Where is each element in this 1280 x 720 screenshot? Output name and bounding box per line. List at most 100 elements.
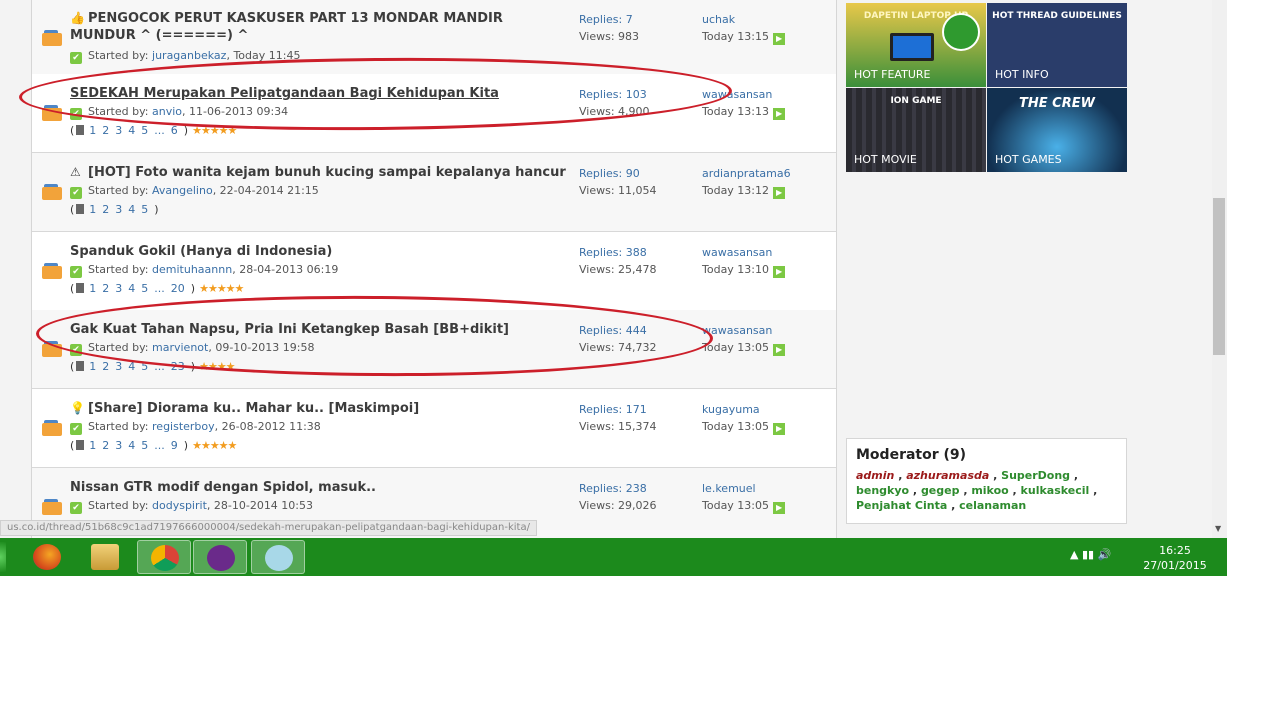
last-post-user[interactable]: kugayuma: [702, 401, 785, 418]
page-link[interactable]: 20: [171, 282, 185, 295]
page-link[interactable]: 2: [102, 360, 109, 373]
go-to-last-post-icon[interactable]: ▶: [773, 187, 786, 199]
thread-author-link[interactable]: juraganbekaz: [152, 49, 226, 62]
taskbar-button[interactable]: [193, 540, 247, 574]
system-tray[interactable]: ▲ ▮▮ 🔊: [1070, 548, 1111, 561]
page-link[interactable]: 1: [89, 124, 96, 137]
go-to-last-post-icon[interactable]: ▶: [773, 108, 786, 120]
page-link[interactable]: 4: [128, 439, 135, 452]
moderator-link[interactable]: kulkaskecil: [1021, 484, 1090, 497]
go-to-last-post-icon[interactable]: ▶: [773, 266, 786, 278]
thread-title-text[interactable]: [Share] Diorama ku.. Mahar ku.. [Maskimp…: [88, 401, 419, 416]
page-link[interactable]: 1: [89, 203, 96, 216]
thread-title-text[interactable]: Spanduk Gokil (Hanya di Indonesia): [70, 244, 332, 259]
page-link[interactable]: 2: [102, 203, 109, 216]
page-link[interactable]: 3: [115, 124, 122, 137]
replies-count[interactable]: Replies: 90: [579, 165, 657, 182]
last-post-user[interactable]: wawasansan: [702, 244, 785, 261]
moderator-link[interactable]: Penjahat Cinta: [856, 499, 947, 512]
page-link[interactable]: 9: [171, 439, 178, 452]
last-post-user[interactable]: wawasansan: [702, 322, 785, 339]
thread-title-text[interactable]: PENGOCOK PERUT KASKUSER PART 13 MONDAR M…: [70, 11, 503, 43]
thread-title[interactable]: Spanduk Gokil (Hanya di Indonesia): [70, 243, 570, 260]
last-post-user[interactable]: wawasansan: [702, 86, 785, 103]
moderator-link[interactable]: admin: [856, 469, 894, 482]
go-to-last-post-icon[interactable]: ▶: [773, 33, 786, 45]
thread-title-text[interactable]: Gak Kuat Tahan Napsu, Pria Ini Ketangkep…: [70, 322, 509, 337]
thread-row[interactable]: ⚠ [HOT] Foto wanita kejam bunuh kucing sa…: [32, 153, 836, 232]
thread-title[interactable]: Nissan GTR modif dengan Spidol, masuk..: [70, 479, 570, 496]
hot-tile-label[interactable]: HOT GAMES: [995, 153, 1062, 166]
page-link[interactable]: 3: [115, 439, 122, 452]
thread-row[interactable]: Gak Kuat Tahan Napsu, Pria Ini Ketangkep…: [32, 310, 836, 389]
replies-count[interactable]: Replies: 7: [579, 11, 639, 28]
page-link[interactable]: 1: [89, 439, 96, 452]
page-link[interactable]: 4: [128, 360, 135, 373]
page-link[interactable]: 3: [115, 282, 122, 295]
page-link[interactable]: 5: [141, 124, 148, 137]
thread-title[interactable]: SEDEKAH Merupakan Pelipatgandaan Bagi Ke…: [70, 85, 570, 102]
hot-tile-label[interactable]: HOT MOVIE: [854, 153, 917, 166]
taskbar-button[interactable]: [78, 540, 132, 574]
page-link[interactable]: 4: [128, 282, 135, 295]
thread-author-link[interactable]: anvio: [152, 105, 182, 118]
thread-title-text[interactable]: Nissan GTR modif dengan Spidol, masuk..: [70, 480, 376, 495]
go-to-last-post-icon[interactable]: ▶: [773, 344, 786, 356]
page-link[interactable]: 4: [128, 203, 135, 216]
page-link[interactable]: 3: [115, 360, 122, 373]
replies-count[interactable]: Replies: 171: [579, 401, 657, 418]
thread-author-link[interactable]: demituhaannn: [152, 263, 232, 276]
taskbar-button[interactable]: [20, 540, 74, 574]
go-to-last-post-icon[interactable]: ▶: [773, 423, 786, 435]
moderator-link[interactable]: bengkyo: [856, 484, 909, 497]
start-button[interactable]: [0, 542, 6, 572]
hot-tile-label[interactable]: HOT FEATURE: [854, 68, 930, 81]
thread-title[interactable]: ⚠ [HOT] Foto wanita kejam bunuh kucing sa…: [70, 164, 570, 181]
page-link[interactable]: 2: [102, 124, 109, 137]
last-post-user[interactable]: uchak: [702, 11, 785, 28]
thread-row[interactable]: 💡 [Share] Diorama ku.. Mahar ku.. [Maskim…: [32, 389, 836, 468]
moderator-link[interactable]: SuperDong: [1001, 469, 1070, 482]
moderator-link[interactable]: gegep: [921, 484, 960, 497]
page-link[interactable]: 6: [171, 124, 178, 137]
scroll-down-icon[interactable]: ▼: [1215, 524, 1221, 533]
thread-title-text[interactable]: [HOT] Foto wanita kejam bunuh kucing sam…: [88, 165, 566, 180]
replies-count[interactable]: Replies: 238: [579, 480, 657, 497]
thread-author-link[interactable]: marvienot: [152, 341, 208, 354]
thread-title[interactable]: Gak Kuat Tahan Napsu, Pria Ini Ketangkep…: [70, 321, 570, 338]
page-link[interactable]: 5: [141, 439, 148, 452]
last-post-user[interactable]: le.kemuel: [702, 480, 785, 497]
clock[interactable]: 16:25 27/01/2015: [1140, 543, 1210, 573]
page-link[interactable]: 2: [102, 282, 109, 295]
thread-author-link[interactable]: registerboy: [152, 420, 215, 433]
scrollbar[interactable]: ▼: [1212, 0, 1227, 538]
taskbar-button[interactable]: [251, 540, 305, 574]
thread-row[interactable]: Spanduk Gokil (Hanya di Indonesia) ✔ Start…: [32, 232, 836, 311]
page-link[interactable]: 1: [89, 360, 96, 373]
moderator-link[interactable]: azhuramasda: [906, 469, 989, 482]
hot-tile[interactable]: HOT THREAD GUIDELINES HOT INFO: [987, 3, 1127, 87]
hot-tile[interactable]: DAPETIN LAPTOP HP HOT FEATURE: [846, 3, 986, 87]
thread-title[interactable]: 💡 [Share] Diorama ku.. Mahar ku.. [Maskim…: [70, 400, 570, 417]
go-to-last-post-icon[interactable]: ▶: [773, 502, 786, 514]
moderator-link[interactable]: mikoo: [971, 484, 1008, 497]
page-link[interactable]: 5: [141, 203, 148, 216]
replies-count[interactable]: Replies: 388: [579, 244, 657, 261]
replies-count[interactable]: Replies: 103: [579, 86, 650, 103]
scrollbar-thumb[interactable]: [1213, 198, 1225, 355]
thread-title[interactable]: 👍 PENGOCOK PERUT KASKUSER PART 13 MONDAR …: [70, 10, 570, 44]
page-link[interactable]: 23: [171, 360, 185, 373]
hot-tile-label[interactable]: HOT INFO: [995, 68, 1049, 81]
moderator-link[interactable]: celanaman: [959, 499, 1026, 512]
thread-row[interactable]: 👍 PENGOCOK PERUT KASKUSER PART 13 MONDAR …: [32, 0, 836, 75]
thread-title-text[interactable]: SEDEKAH Merupakan Pelipatgandaan Bagi Ke…: [70, 86, 499, 101]
page-link[interactable]: 4: [128, 124, 135, 137]
page-link[interactable]: 3: [115, 203, 122, 216]
page-link[interactable]: 1: [89, 282, 96, 295]
page-link[interactable]: 5: [141, 360, 148, 373]
replies-count[interactable]: Replies: 444: [579, 322, 657, 339]
thread-row[interactable]: SEDEKAH Merupakan Pelipatgandaan Bagi Ke…: [32, 74, 836, 153]
thread-author-link[interactable]: dodyspirit: [152, 499, 207, 512]
page-link[interactable]: 2: [102, 439, 109, 452]
taskbar-button[interactable]: [137, 540, 191, 574]
